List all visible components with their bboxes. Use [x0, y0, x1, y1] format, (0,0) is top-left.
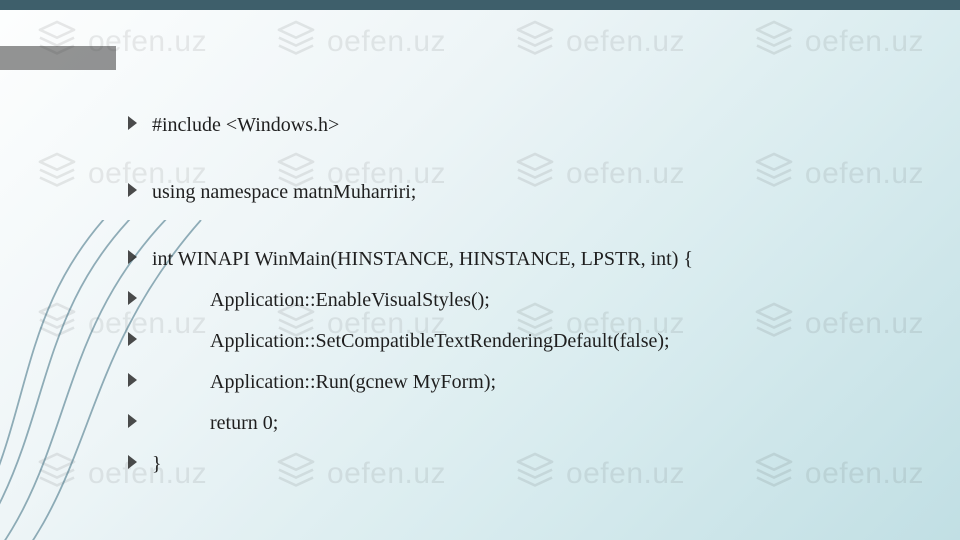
slide-top-bar: [0, 0, 960, 10]
code-line: Application::Run(gcnew MyForm);: [152, 369, 496, 396]
watermark-text: oefen.uz: [566, 25, 685, 59]
slide: oefen.uz oefen.uz oefen.uz oefen.uz o: [0, 0, 960, 540]
list-item: using namespace matnMuharriri;: [128, 179, 890, 206]
list-item: Application::EnableVisualStyles();: [128, 287, 890, 314]
list-item: int WINAPI WinMain(HINSTANCE, HINSTANCE,…: [128, 246, 890, 273]
code-list: #include <Windows.h> using namespace mat…: [128, 112, 890, 492]
list-item: }: [128, 451, 890, 478]
list-item: #include <Windows.h>: [128, 112, 890, 139]
stack-icon: [36, 150, 78, 197]
code-line: return 0;: [152, 410, 278, 437]
list-item: Application::Run(gcnew MyForm);: [128, 369, 890, 396]
stack-icon: [36, 450, 78, 497]
watermark-text: oefen.uz: [327, 25, 446, 59]
watermark-item: oefen.uz: [753, 18, 924, 65]
stack-icon: [753, 18, 795, 65]
code-line: Application::SetCompatibleTextRenderingD…: [152, 328, 670, 355]
watermark-item: oefen.uz: [514, 18, 685, 65]
list-item: return 0;: [128, 410, 890, 437]
code-line: using namespace matnMuharriri;: [152, 181, 416, 203]
code-line: Application::EnableVisualStyles();: [152, 287, 490, 314]
stack-icon: [514, 18, 556, 65]
code-line: int WINAPI WinMain(HINSTANCE, HINSTANCE,…: [152, 248, 693, 270]
watermark-item: oefen.uz: [275, 18, 446, 65]
watermark-text: oefen.uz: [805, 25, 924, 59]
stack-icon: [36, 300, 78, 347]
stack-icon: [36, 18, 78, 65]
code-line: #include <Windows.h>: [152, 114, 339, 136]
watermark-text: oefen.uz: [88, 25, 207, 59]
stack-icon: [275, 18, 317, 65]
watermark-row: oefen.uz oefen.uz oefen.uz oefen.uz: [0, 18, 960, 65]
list-item: Application::SetCompatibleTextRenderingD…: [128, 328, 890, 355]
watermark-item: oefen.uz: [36, 18, 207, 65]
code-line: }: [152, 453, 162, 475]
